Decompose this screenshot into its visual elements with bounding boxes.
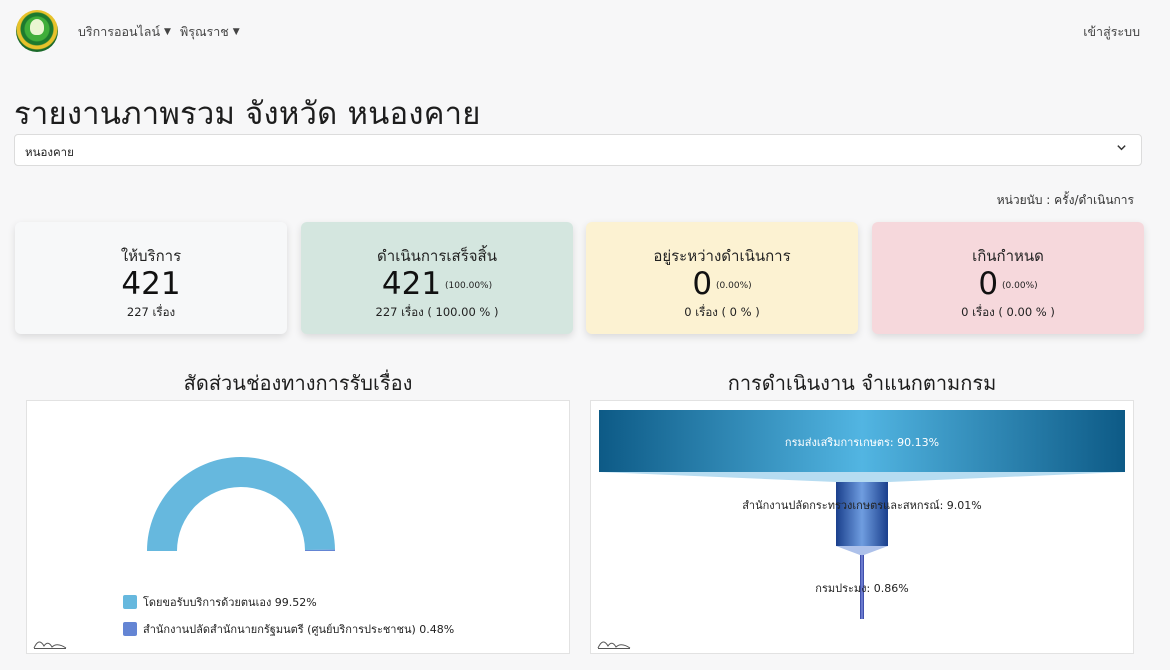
card-overdue: เกินกำหนด 0 (0.00%) 0 เรื่อง ( 0.00 % ) <box>872 222 1144 334</box>
legend-swatch <box>123 595 137 609</box>
channel-chart-title: สัดส่วนช่องทางการรับเรื่อง <box>183 371 413 395</box>
card-in-progress-pct: (0.00%) <box>716 280 752 291</box>
card-in-progress-number: 0 <box>692 266 713 302</box>
card-overdue-label: เกินกำหนด <box>972 247 1044 265</box>
legend-item-pm-office[interactable]: สำนักงานปลัดสำนักนายกรัฐมนตรี (ศูนย์บริก… <box>123 620 454 638</box>
card-served-value: 421 <box>15 266 287 302</box>
card-overdue-number: 0 <box>978 266 999 302</box>
card-served-label: ให้บริการ <box>120 247 182 265</box>
card-in-progress-value: 0 (0.00%) <box>586 266 858 302</box>
page-title: รายงานภาพรวม จังหวัด หนองคาย <box>14 96 481 132</box>
card-overdue-sub: 0 เรื่อง ( 0.00 % ) <box>961 305 1055 319</box>
card-overdue-value: 0 (0.00%) <box>872 266 1144 302</box>
card-completed: ดำเนินการเสร็จสิ้น 421 (100.00%) 227 เรื่… <box>301 222 573 334</box>
chart-watermark-icon <box>33 641 67 649</box>
nav-pirunrat[interactable]: พิรุณราช ▼ <box>180 22 240 42</box>
card-in-progress-label: อยู่ระหว่างดำเนินการ <box>653 247 791 265</box>
nav-online-services[interactable]: บริการออนไลน์ ▼ <box>78 22 171 42</box>
chevron-down-icon <box>1116 142 1127 156</box>
top-navbar: บริการออนไลน์ ▼ พิรุณราช ▼ เข้าสู่ระบบ <box>0 0 1170 64</box>
card-completed-value: 421 (100.00%) <box>301 266 573 302</box>
funnel-connector <box>599 472 1125 482</box>
card-overdue-pct: (0.00%) <box>1002 280 1038 291</box>
card-completed-number: 421 <box>381 266 442 302</box>
login-link[interactable]: เข้าสู่ระบบ <box>1083 22 1140 42</box>
province-select-value: หนองคาย <box>25 145 74 159</box>
donut-slice[interactable] <box>147 456 335 551</box>
agency-logo-icon[interactable] <box>16 10 58 52</box>
nav-online-services-label: บริการออนไลน์ <box>78 24 161 39</box>
funnel-stage-label: กรมประมง: 0.86% <box>815 582 909 595</box>
card-completed-label: ดำเนินการเสร็จสิ้น <box>377 247 497 265</box>
card-in-progress: อยู่ระหว่างดำเนินการ 0 (0.00%) 0 เรื่อง (… <box>586 222 858 334</box>
funnel-stage[interactable] <box>836 482 888 546</box>
unit-label: หน่วยนับ : ครั้ง/ดำเนินการ <box>996 193 1134 207</box>
card-served-sub: 227 เรื่อง <box>126 305 176 319</box>
province-select[interactable]: หนองคาย <box>14 134 1142 166</box>
legend-item-self-service[interactable]: โดยขอรับบริการด้วยตนเอง 99.52% <box>123 593 317 611</box>
channel-chart-panel: โดยขอรับบริการด้วยตนเอง 99.52% สำนักงานป… <box>26 400 570 654</box>
caret-down-icon: ▼ <box>232 27 240 37</box>
nav-pirunrat-label: พิรุณราช <box>180 24 229 39</box>
legend-label: โดยขอรับบริการด้วยตนเอง 99.52% <box>143 596 317 609</box>
funnel-connector <box>836 546 888 555</box>
card-completed-pct: (100.00%) <box>445 280 493 291</box>
legend-swatch <box>123 622 137 636</box>
department-chart-title: การดำเนินงาน จำแนกตามกรม <box>727 371 997 395</box>
funnel-stage-label: สำนักงานปลัดกระทรวงเกษตรและสหกรณ์: 9.01% <box>742 499 982 512</box>
funnel-stage-label: กรมส่งเสริมการเกษตร: 90.13% <box>784 436 940 449</box>
department-chart-panel: กรมส่งเสริมการเกษตร: 90.13% สำนักงานปลัดก… <box>590 400 1134 654</box>
card-in-progress-sub: 0 เรื่อง ( 0 % ) <box>684 305 760 319</box>
card-served: ให้บริการ 421 227 เรื่อง <box>15 222 287 334</box>
card-served-number: 421 <box>121 266 181 302</box>
caret-down-icon: ▼ <box>164 27 171 37</box>
legend-label: สำนักงานปลัดสำนักนายกรัฐมนตรี (ศูนย์บริก… <box>143 623 455 636</box>
card-completed-sub: 227 เรื่อง ( 100.00 % ) <box>375 305 499 319</box>
channel-donut-chart <box>147 456 335 551</box>
chart-watermark-icon <box>597 641 631 649</box>
